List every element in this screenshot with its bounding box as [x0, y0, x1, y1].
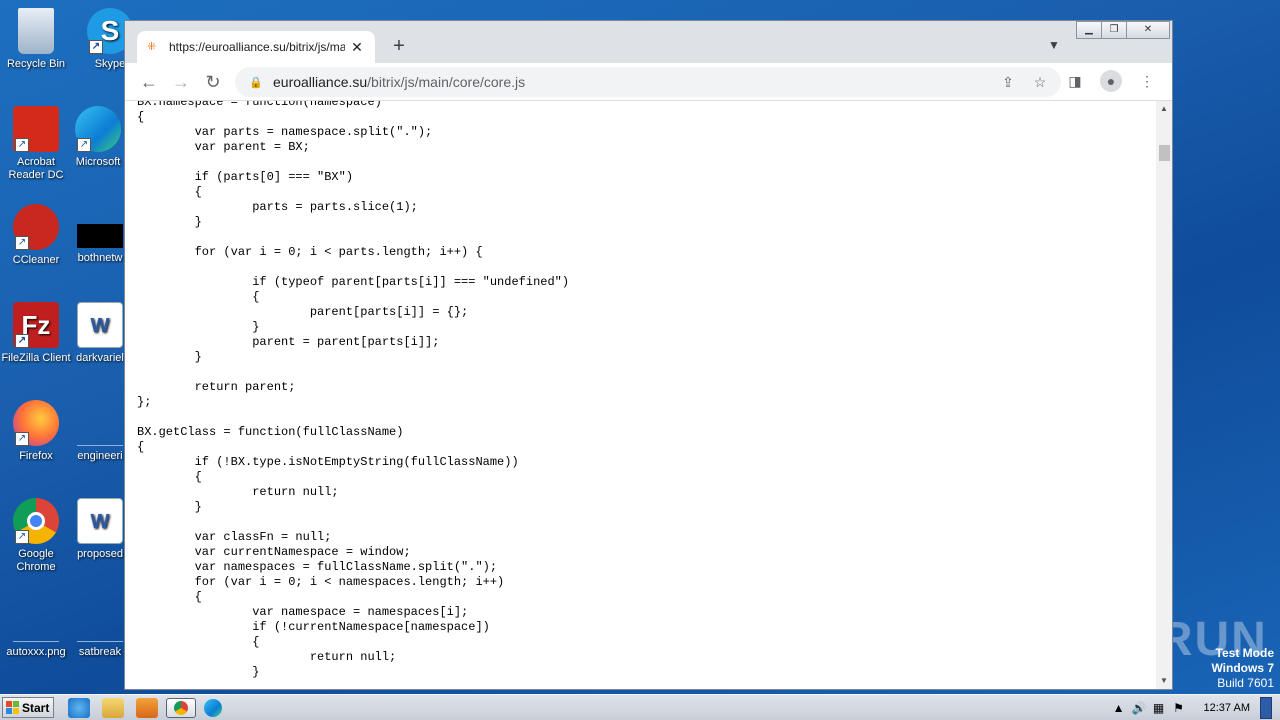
image-file-icon	[13, 596, 59, 642]
shortcut-arrow-icon: ↗	[15, 138, 29, 152]
network-icon[interactable]: ▦	[1152, 701, 1166, 715]
browser-tab[interactable]: ⁜ https://euroalliance.su/bitrix/js/main…	[137, 31, 375, 63]
start-label: Start	[22, 700, 50, 715]
tab-title: https://euroalliance.su/bitrix/js/main	[169, 40, 345, 54]
filezilla-icon: Fz ↗	[13, 302, 59, 348]
file-icon	[77, 596, 123, 642]
shortcut-arrow-icon: ↗	[77, 138, 91, 152]
taskbar-explorer-icon[interactable]	[102, 698, 124, 718]
address-bar[interactable]: 🔒 euroalliance.su/bitrix/js/main/core/co…	[235, 67, 1061, 97]
bookmark-star-icon[interactable]: ☆	[1031, 74, 1049, 91]
desktop-icon-chrome[interactable]: ↗ Google Chrome	[0, 498, 72, 574]
desktop-icon-autoxxx[interactable]: autoxxx.png	[0, 596, 72, 659]
close-window-button[interactable]: ✕	[1126, 21, 1170, 39]
shortcut-arrow-icon: ↗	[15, 334, 29, 348]
desktop-icon-label: Recycle Bin	[6, 58, 66, 70]
back-button[interactable]: ←	[137, 70, 161, 94]
shortcut-arrow-icon: ↗	[15, 432, 29, 446]
volume-icon[interactable]: 🔊	[1132, 701, 1147, 715]
window-controls: ▁ ❐ ✕	[1076, 21, 1170, 39]
desktop-icon-label: FileZilla Client	[1, 352, 71, 364]
source-code: BX.namespace = function(namespace) { var…	[137, 101, 570, 679]
word-document-icon: W	[77, 302, 123, 348]
browser-toolbar: ← → ↻ 🔒 euroalliance.su/bitrix/js/main/c…	[125, 63, 1172, 101]
url-host: euroalliance.su	[273, 74, 368, 90]
vertical-scrollbar[interactable]: ▲ ▼	[1156, 101, 1172, 689]
tray-expand-icon[interactable]: ▲	[1112, 701, 1126, 715]
desktop-icon-filezilla[interactable]: Fz ↗ FileZilla Client	[0, 302, 72, 365]
shortcut-arrow-icon: ↗	[15, 530, 29, 544]
taskbar-edge-icon[interactable]	[204, 699, 222, 717]
taskbar-ie-icon[interactable]	[68, 698, 90, 718]
shortcut-arrow-icon: ↗	[15, 236, 29, 250]
test-mode-notice: Test Mode Windows 7 Build 7601	[1211, 646, 1274, 691]
profile-avatar-icon[interactable]: ●	[1100, 70, 1122, 92]
windows-logo-icon	[6, 701, 19, 714]
edge-icon: ↗	[75, 106, 121, 152]
acrobat-icon: ↗	[13, 106, 59, 152]
taskbar: Start ▲ 🔊 ▦ ⚑ 12:37 AM	[0, 694, 1280, 720]
desktop-icon-ccleaner[interactable]: ↗ CCleaner	[0, 204, 72, 267]
word-document-icon: W	[77, 498, 123, 544]
test-mode-label: Test Mode	[1215, 646, 1274, 660]
reload-button[interactable]: ↻	[201, 70, 225, 94]
chrome-icon: ↗	[13, 498, 59, 544]
firefox-icon: ↗	[13, 400, 59, 446]
system-tray: ▲ 🔊 ▦ ⚑ 12:37 AM	[1112, 695, 1280, 720]
taskbar-chrome-icon[interactable]	[166, 698, 196, 718]
forward-button[interactable]: →	[169, 70, 193, 94]
black-file-icon	[77, 224, 123, 248]
scroll-thumb[interactable]	[1159, 145, 1170, 161]
menu-kebab-icon[interactable]: ⋮	[1136, 70, 1158, 92]
desktop-icon-firefox[interactable]: ↗ Firefox	[0, 400, 72, 463]
taskbar-media-player-icon[interactable]	[136, 698, 158, 718]
start-button[interactable]: Start	[2, 697, 54, 718]
os-label: Windows 7	[1211, 661, 1274, 675]
clock[interactable]: 12:37 AM	[1204, 702, 1250, 714]
desktop-icon-label: autoxxx.png	[6, 646, 66, 658]
recycle-bin-icon	[18, 8, 54, 54]
scroll-up-icon[interactable]: ▲	[1156, 101, 1172, 117]
desktop-icon-label: CCleaner	[12, 254, 60, 266]
build-label: Build 7601	[1217, 676, 1274, 690]
ccleaner-icon: ↗	[13, 204, 59, 250]
page-content: BX.namespace = function(namespace) { var…	[125, 101, 1156, 689]
share-icon[interactable]: ⇪	[999, 74, 1017, 91]
desktop-icon-recycle-bin[interactable]: Recycle Bin	[0, 8, 72, 71]
desktop-icon-label: Google Chrome	[16, 548, 56, 573]
action-center-flag-icon[interactable]: ⚑	[1172, 701, 1186, 715]
shortcut-arrow-icon: ↗	[89, 40, 103, 54]
restore-button[interactable]: ❐	[1101, 21, 1127, 39]
show-desktop-button[interactable]	[1260, 697, 1272, 719]
tab-search-chevron-icon[interactable]: ▼	[1044, 35, 1064, 55]
side-panel-icon[interactable]: ◨	[1064, 70, 1086, 92]
loading-favicon-icon: ⁜	[147, 41, 157, 53]
desktop-icon-label: Firefox	[19, 450, 53, 462]
lock-icon[interactable]: 🔒	[249, 76, 263, 89]
chrome-window: ▁ ❐ ✕ ⁜ https://euroalliance.su/bitrix/j…	[124, 20, 1173, 690]
new-tab-button[interactable]: +	[387, 35, 411, 59]
tab-close-icon[interactable]: ✕	[349, 39, 365, 56]
url-path: /bitrix/js/main/core/core.js	[367, 74, 526, 90]
scroll-down-icon[interactable]: ▼	[1156, 673, 1172, 689]
minimize-button[interactable]: ▁	[1076, 21, 1102, 39]
file-icon	[77, 400, 123, 446]
